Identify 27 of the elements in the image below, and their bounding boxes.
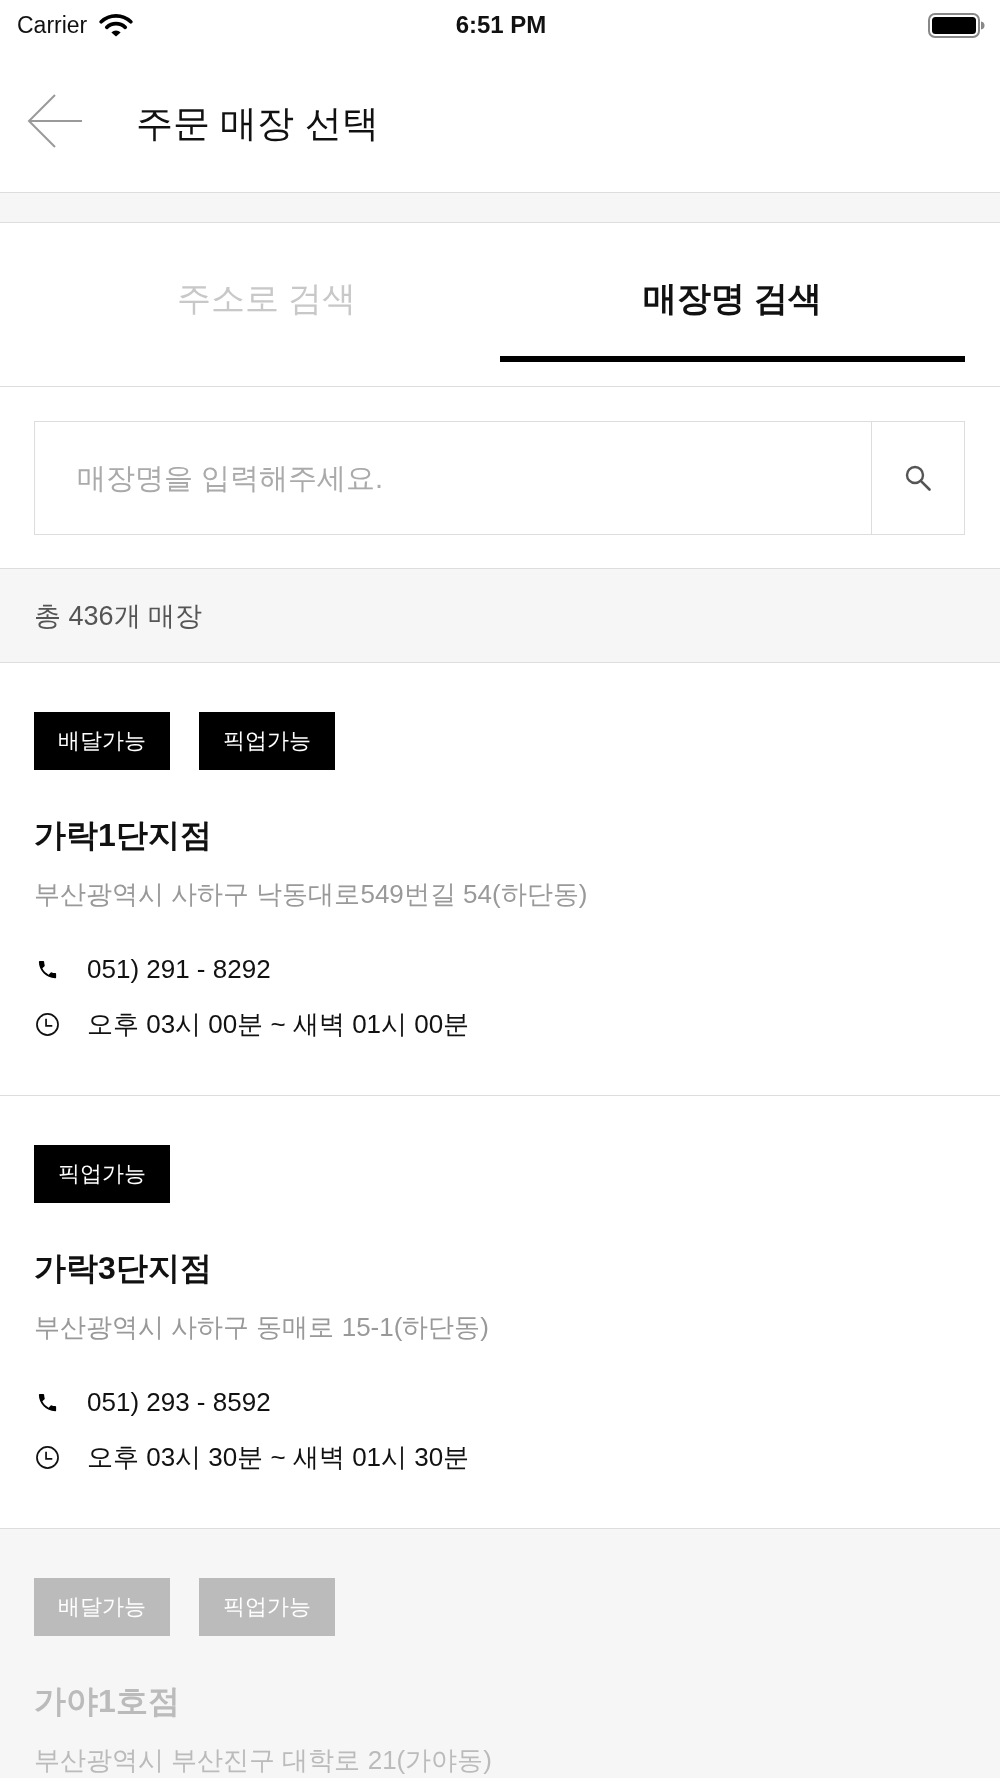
store-address: 부산광역시 사하구 동매로 15-1(하단동): [34, 1312, 491, 1342]
service-tag: 픽업가능: [199, 1578, 335, 1636]
phone-number: 051) 291 - 8292: [87, 953, 271, 985]
clock-time: 6:51 PM: [455, 11, 547, 39]
service-tag: 픽업가능: [199, 712, 335, 770]
service-tag: 배달가능: [34, 712, 170, 770]
search-field[interactable]: 매장명을 입력해주세요.: [34, 421, 871, 535]
wifi-icon: [99, 13, 134, 37]
store-name: 가야1호점: [34, 1682, 181, 1721]
tab[interactable]: 매장명 검색: [499, 223, 965, 362]
store-name: 가락1단지점: [34, 816, 213, 855]
battery-icon: [928, 12, 985, 38]
store-name: 가락3단지점: [34, 1249, 213, 1288]
back-arrow-icon[interactable]: [27, 93, 83, 149]
store-address: 부산광역시 사하구 낙동대로549번길 54(하단동): [34, 879, 589, 909]
store-count: 총 436개 매장: [34, 599, 203, 633]
clock-icon: [36, 1445, 59, 1469]
page-title: 주문 매장 선택: [136, 102, 379, 146]
search-icon: [905, 465, 931, 491]
business-hours: 오후 03시 00분 ~ 새벽 01시 00분: [87, 1007, 470, 1041]
business-hours: 오후 03시 30분 ~ 새벽 01시 30분: [87, 1440, 470, 1474]
carrier-name: Carrier: [17, 11, 88, 39]
store-address: 부산광역시 부산진구 대학로 21(가야동): [34, 1745, 493, 1775]
clock-icon: [36, 1012, 59, 1036]
service-tag: 픽업가능: [34, 1145, 170, 1203]
phone-number: 051) 293 - 8592: [87, 1386, 271, 1418]
service-tag: 배달가능: [34, 1578, 170, 1636]
